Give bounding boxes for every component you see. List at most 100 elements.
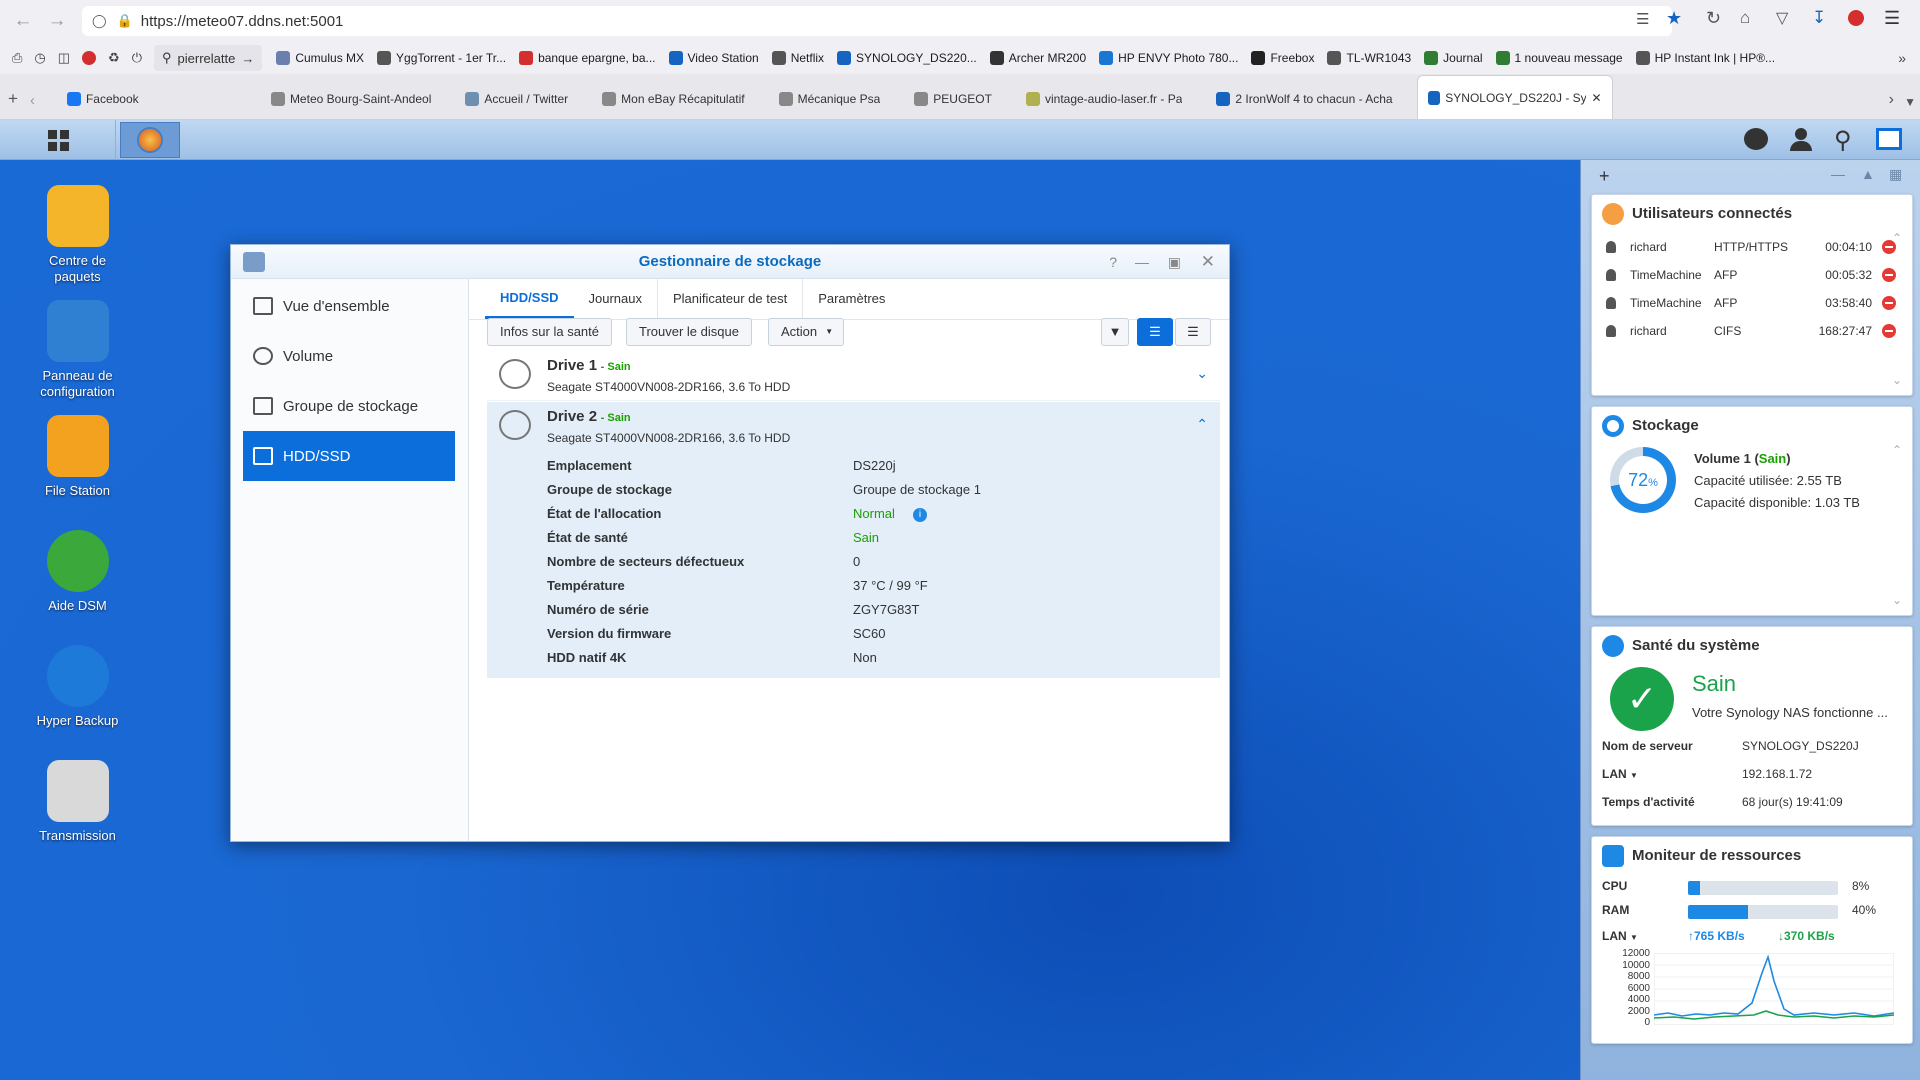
browser-tab[interactable]: vintage-audio-laser.fr - Pa (1016, 79, 1192, 119)
scroll-right-icon[interactable]: › (1889, 91, 1894, 109)
bookmark-item[interactable]: 1 nouveau message (1495, 51, 1623, 65)
kick-user-icon[interactable] (1882, 324, 1896, 338)
scroll-left-icon[interactable]: ‹ (30, 92, 35, 109)
help-icon[interactable]: ? (1109, 245, 1117, 279)
tab-journaux[interactable]: Journaux (574, 279, 658, 319)
bookmark-item[interactable]: YggTorrent - 1er Tr... (377, 51, 506, 65)
user-icon[interactable] (1790, 128, 1812, 152)
main-menu-button[interactable] (2, 120, 116, 160)
maximize-icon[interactable]: ▣ (1168, 245, 1181, 279)
bookmark-item[interactable]: Archer MR200 (989, 51, 1086, 65)
chevron-up-icon[interactable]: ⌃ (1196, 416, 1208, 433)
overflow-icon[interactable]: » (1898, 50, 1906, 66)
bookmark-item[interactable]: Journal (1424, 51, 1483, 65)
tab-close-icon[interactable]: ✕ (1592, 91, 1602, 105)
nav-hdd-ssd[interactable]: HDD/SSD (243, 431, 455, 481)
print-icon[interactable]: ⎙ (12, 50, 22, 66)
chevron-down-icon[interactable]: ⌄ (1892, 593, 1902, 607)
bookmark-item[interactable]: Cumulus MX (276, 51, 364, 65)
tab-parametres[interactable]: Paramètres (803, 279, 900, 319)
list-view-button[interactable]: ☰ (1137, 318, 1173, 346)
nav-overview[interactable]: Vue d'ensemble (243, 281, 455, 331)
network-chart-yaxis: 12000 10000 8000 6000 4000 2000 0 (1602, 949, 1650, 1037)
search-icon[interactable]: ⚲ (1834, 126, 1852, 155)
back-icon[interactable]: ← (6, 0, 40, 42)
minimize-icon[interactable]: — (1135, 245, 1149, 279)
grid-icon (48, 129, 69, 151)
sidebar-icon[interactable]: ◫ (58, 50, 70, 66)
bookmark-item[interactable]: SYNOLOGY_DS220... (837, 51, 977, 65)
tab-list-icon[interactable]: ▼ (1904, 95, 1916, 109)
browser-tab[interactable]: Mon eBay Récapitulatif (592, 79, 754, 119)
compact-view-button[interactable]: ☰ (1175, 318, 1211, 346)
reload-icon[interactable]: ↻ (1706, 8, 1721, 29)
bookmark-item[interactable]: HP Instant Ink | HP®... (1635, 51, 1775, 65)
filter-button[interactable]: ▼ (1101, 318, 1129, 346)
lan-dropdown[interactable]: LAN ▼ (1602, 929, 1638, 943)
desktop-icon[interactable]: File Station (30, 415, 125, 499)
bookmark-item[interactable]: banque epargne, ba... (519, 51, 656, 65)
collapse-icon[interactable]: ▦ (1889, 166, 1902, 183)
desktop-icon[interactable]: Centre de paquets (30, 185, 125, 285)
desktop-icon[interactable]: Panneau de configuration (30, 300, 125, 400)
detail-value: DS220j (853, 458, 896, 473)
new-tab-icon[interactable]: + (8, 89, 18, 109)
close-icon[interactable]: ✕ (1201, 245, 1215, 279)
browser-tab[interactable]: Mécanique Psa (769, 79, 891, 119)
health-info-button[interactable]: Infos sur la santé (487, 318, 612, 346)
nav-volume[interactable]: Volume (243, 331, 455, 381)
action-button[interactable]: Action ▼ (768, 318, 845, 346)
widgets-icon[interactable] (1876, 128, 1902, 150)
bookmark-item[interactable]: Netflix (771, 51, 824, 65)
bookmark-item[interactable]: HP ENVY Photo 780... (1099, 51, 1238, 65)
drive-1-row[interactable]: Drive 1 - Sain Seagate ST4000VN008-2DR166… (487, 353, 1220, 401)
browser-tab[interactable]: 2 IronWolf 4 to chacun - Acha (1206, 79, 1402, 119)
chevron-down-icon[interactable]: ⌄ (1892, 373, 1902, 387)
window-titlebar[interactable]: Gestionnaire de stockage ? — ▣ ✕ (231, 245, 1229, 279)
forward-icon[interactable]: → (40, 0, 74, 42)
locate-drive-button[interactable]: Trouver le disque (626, 318, 752, 346)
taskbar-storage-manager[interactable] (120, 122, 180, 158)
history-icon[interactable]: ◷ (34, 50, 45, 66)
chevron-up-icon[interactable]: ⌃ (1892, 231, 1902, 245)
add-widget-icon[interactable]: + (1599, 166, 1610, 187)
tab-hdd-ssd[interactable]: HDD/SSD (485, 279, 574, 319)
info-icon[interactable]: i (913, 508, 927, 522)
home-icon[interactable]: ⌂ (1740, 8, 1750, 28)
menu-icon[interactable]: ☰ (1884, 8, 1900, 29)
chat-icon[interactable] (1744, 128, 1768, 150)
chevron-down-icon[interactable]: ⌄ (1196, 365, 1208, 382)
lan-dropdown[interactable]: LAN ▼ (1602, 767, 1638, 781)
adblock-icon[interactable] (82, 51, 97, 65)
chevron-up-icon[interactable]: ⌃ (1892, 443, 1902, 457)
url-field[interactable]: ◯ 🔒 https://meteo07.ddns.net:5001 (82, 6, 1672, 36)
pocket-icon[interactable]: ▽ (1776, 8, 1788, 28)
desktop-icon-label: Centre de paquets (48, 253, 107, 284)
desktop-icon[interactable]: Aide DSM (30, 530, 125, 614)
detail-value: 37 °C / 99 °F (853, 578, 928, 593)
desktop-icon[interactable]: Transmission (30, 760, 125, 844)
browser-tab[interactable]: Facebook (57, 79, 247, 119)
browser-tab[interactable]: PEUGEOT (904, 79, 1002, 119)
nav-storage-pool[interactable]: Groupe de stockage (243, 381, 455, 431)
recycle-icon[interactable]: ♻ (108, 50, 120, 66)
kick-user-icon[interactable] (1882, 296, 1896, 310)
pin-icon[interactable]: ▲ (1861, 166, 1875, 182)
bookmark-item[interactable]: Video Station (668, 51, 759, 65)
tab-planificateur[interactable]: Planificateur de test (658, 279, 804, 319)
search-chip[interactable]: ⚲ pierrelatte → (154, 45, 263, 71)
star-icon[interactable]: ★ (1666, 8, 1682, 29)
bookmark-item[interactable]: Freebox (1251, 51, 1314, 65)
drive-2-row[interactable]: Drive 2 - Sain Seagate ST4000VN008-2DR166… (487, 402, 1220, 678)
desktop-icon[interactable]: Hyper Backup (30, 645, 125, 729)
minimize-icon[interactable]: — (1831, 166, 1845, 182)
browser-tab[interactable]: Accueil / Twitter (455, 79, 578, 119)
power-icon[interactable]: ⏻ (132, 50, 142, 66)
browser-tab[interactable]: Meteo Bourg-Saint-Andeol (261, 79, 441, 119)
extension-icon[interactable] (1848, 10, 1864, 26)
kick-user-icon[interactable] (1882, 268, 1896, 282)
browser-tab[interactable]: SYNOLOGY_DS220J - Syno ✕ (1416, 75, 1613, 119)
translate-icon[interactable]: ☰ (1636, 10, 1649, 28)
download-icon[interactable]: ↧ (1812, 8, 1826, 28)
bookmark-item[interactable]: TL-WR1043 (1327, 51, 1411, 65)
